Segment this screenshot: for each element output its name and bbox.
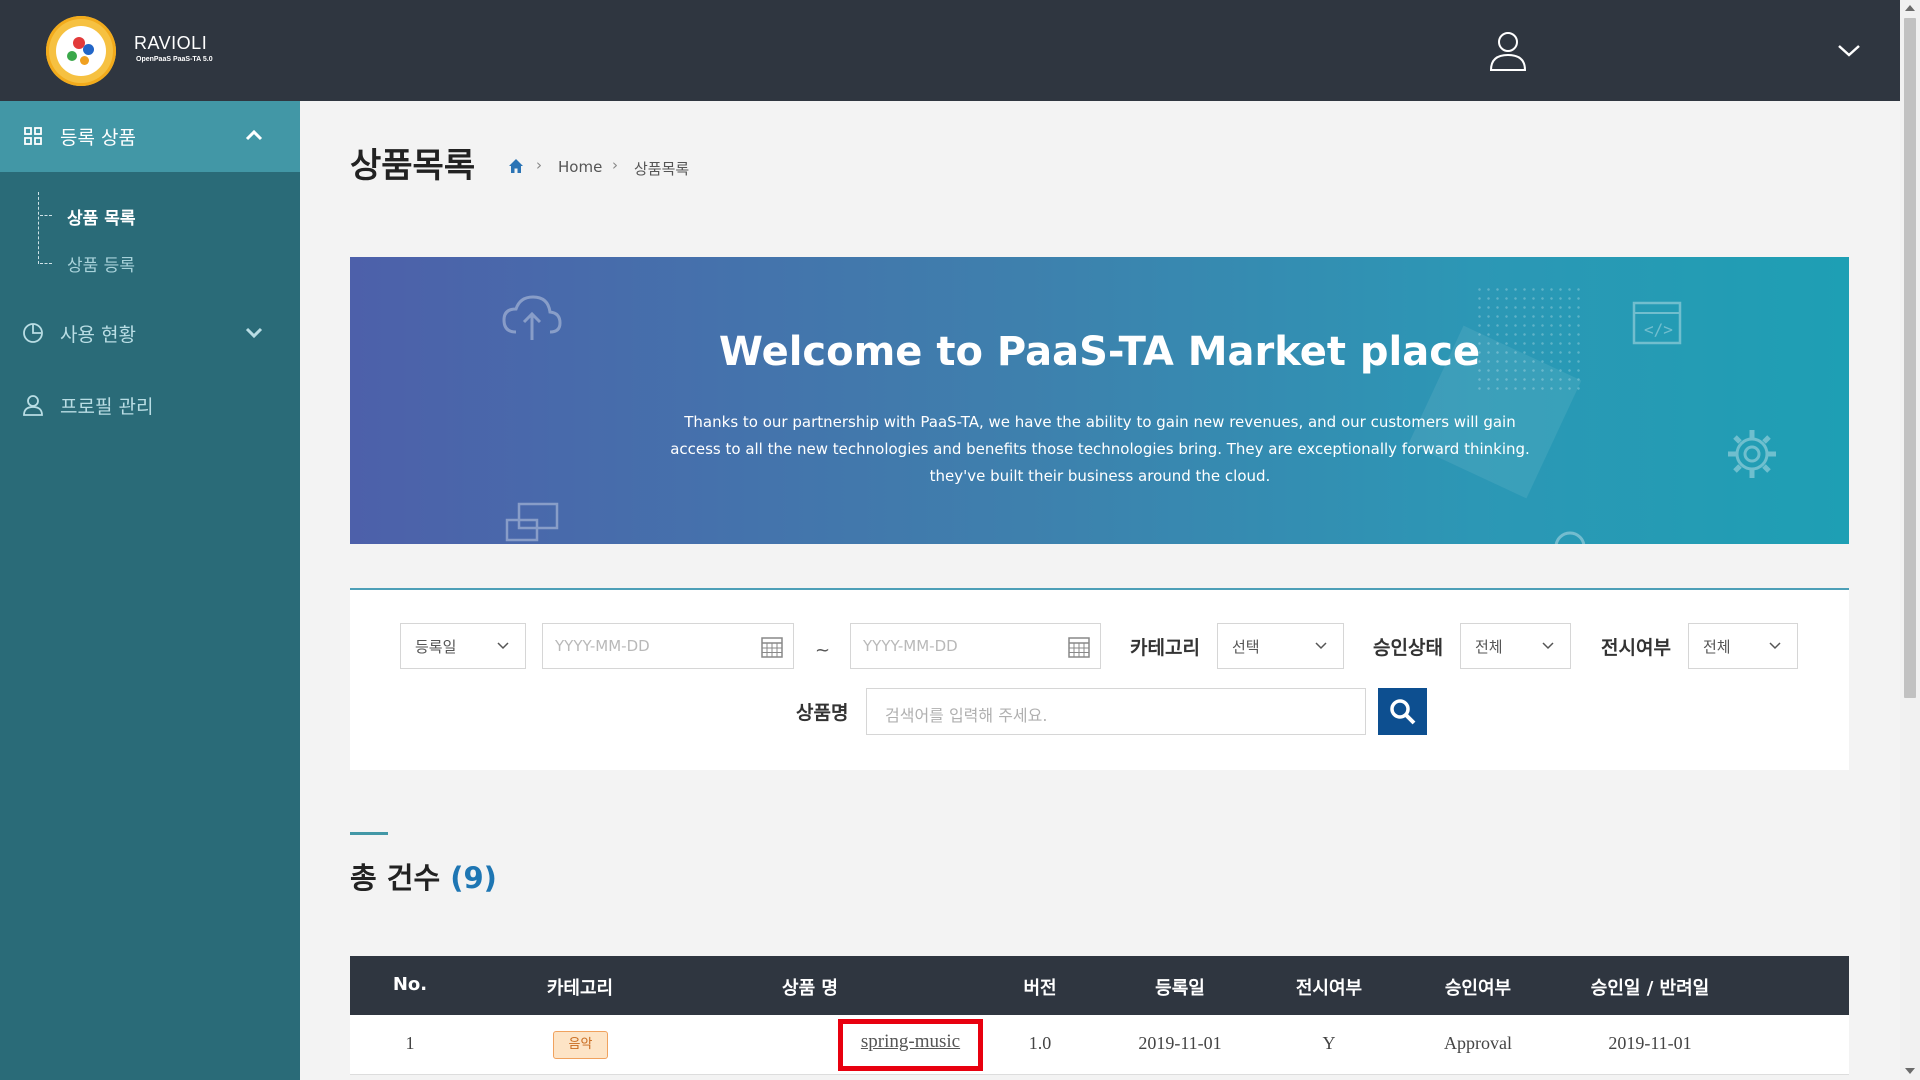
scrollbar[interactable] (1900, 0, 1920, 1080)
total-count: 총 건수 (9) (350, 855, 497, 897)
banner-line: access to all the new technologies and b… (670, 440, 1530, 458)
search-panel (350, 588, 1849, 770)
approval-status-value: 전체 (1475, 638, 1503, 656)
column-header-approval: 승인여부 (1444, 978, 1512, 999)
breadcrumb-separator: › (536, 156, 542, 174)
chevron-down-icon (1542, 642, 1554, 650)
category-badge: 음악 (553, 1031, 608, 1059)
display-status-select[interactable]: 전체 (1688, 623, 1798, 669)
logo-mark (56, 26, 106, 76)
sidebar-item-label: 사용 현황 (60, 324, 136, 346)
logo-dot-green (67, 51, 77, 61)
chevron-down-icon (245, 327, 263, 339)
tree-branch (40, 263, 52, 264)
approval-status-label: 승인상태 (1373, 637, 1443, 659)
logo-dot-blue (83, 44, 94, 55)
cell-version: 1.0 (1028, 1033, 1052, 1053)
top-bar: RAVIOLI OpenPaaS PaaS-TA 5.0 (0, 0, 1900, 101)
banner-line: Thanks to our partnership with PaaS-TA, … (684, 413, 1516, 431)
gear-icon (1728, 430, 1776, 478)
sidebar-item-label: 등록 상품 (60, 127, 136, 149)
home-icon[interactable] (508, 158, 524, 174)
column-header-registered: 등록일 (1155, 978, 1205, 999)
category-label: 카테고리 (1130, 637, 1200, 659)
column-header-version: 버전 (1023, 978, 1057, 999)
product-name-link[interactable]: spring-music (838, 1031, 983, 1053)
user-account-icon[interactable] (1488, 30, 1528, 72)
cell-display: Y (1322, 1033, 1336, 1053)
sidebar-item-registered-products[interactable]: 등록 상품 (0, 101, 300, 172)
search-icon (1390, 699, 1416, 725)
sidebar-item-usage[interactable]: 사용 현황 (0, 312, 300, 352)
date-to-placeholder: YYYY-MM-DD (863, 637, 958, 655)
cell-approval: Approval (1444, 1033, 1512, 1053)
total-count-label: 총 건수 (350, 861, 441, 895)
date-from-placeholder: YYYY-MM-DD (555, 637, 650, 655)
cell-approved-date: 2019-11-01 (1608, 1033, 1692, 1053)
chevron-down-icon (1769, 642, 1781, 650)
search-button[interactable] (1378, 688, 1427, 735)
chevron-down-icon[interactable] (1836, 40, 1862, 60)
column-header-category: 카테고리 (546, 978, 614, 999)
date-type-select[interactable]: 등록일 (400, 623, 526, 669)
product-name-search-input[interactable]: 검색어를 입력해 주세요. (866, 688, 1366, 735)
chart-pie-icon (23, 323, 43, 343)
sidebar-subitem-product-register[interactable]: 상품 등록 (67, 251, 135, 276)
logo-dot-orange (80, 56, 89, 65)
chevron-down-icon (1315, 642, 1327, 650)
page-title: 상품목록 (350, 146, 476, 186)
gear-small-icon (1554, 531, 1586, 544)
chevron-up-icon (245, 129, 263, 141)
monitor-icon (505, 502, 559, 542)
scroll-up-arrow-icon[interactable] (1905, 5, 1915, 11)
sidebar-subitem-product-list[interactable]: 상품 목록 (67, 204, 135, 229)
breadcrumb-current: 상품목록 (634, 160, 690, 178)
breadcrumb-separator: › (612, 156, 618, 174)
user-icon (23, 395, 43, 416)
calendar-icon[interactable] (761, 636, 783, 658)
sidebar-item-label: 프로필 관리 (60, 396, 154, 418)
column-header-display: 전시여부 (1295, 978, 1363, 999)
column-header-approved-date: 승인일 / 반려일 (1590, 978, 1710, 999)
sidebar-item-profile[interactable]: 프로필 관리 (0, 384, 300, 424)
chevron-down-icon (497, 642, 509, 650)
date-to-field[interactable]: YYYY-MM-DD (850, 623, 1101, 669)
section-accent-bar (350, 832, 388, 835)
ravioli-logo[interactable] (46, 16, 116, 86)
cell-no: 1 (405, 1033, 415, 1053)
column-header-product-name: 상품 명 (782, 978, 838, 999)
display-status-label: 전시여부 (1601, 637, 1671, 659)
search-placeholder: 검색어를 입력해 주세요. (885, 706, 1048, 725)
date-range-separator: ~ (815, 640, 831, 661)
category-select[interactable]: 선택 (1217, 623, 1344, 669)
cell-registered: 2019-11-01 (1138, 1033, 1222, 1053)
column-header-no: No. (392, 974, 428, 995)
display-status-value: 전체 (1703, 638, 1731, 656)
total-count-value: (9) (450, 861, 497, 895)
tree-branch (40, 215, 52, 216)
scroll-down-arrow-icon[interactable] (1905, 1068, 1915, 1074)
banner-line: they've built their business around the … (929, 467, 1271, 485)
date-type-value: 등록일 (415, 638, 457, 656)
date-from-field[interactable]: YYYY-MM-DD (542, 623, 794, 669)
product-name-label: 상품명 (796, 702, 849, 724)
banner-description: Thanks to our partnership with PaaS-TA, … (630, 409, 1570, 490)
logo-text: RAVIOLI (134, 33, 208, 53)
approval-status-select[interactable]: 전체 (1460, 623, 1571, 669)
grid-icon (24, 127, 42, 145)
tree-line (38, 192, 39, 264)
scrollbar-thumb[interactable] (1904, 18, 1916, 698)
table-header: No. 카테고리 상품 명 버전 등록일 전시여부 승인여부 승인일 / 반려일 (350, 956, 1849, 1015)
calendar-icon[interactable] (1068, 636, 1090, 658)
breadcrumb-home[interactable]: Home (558, 158, 602, 176)
category-value: 선택 (1232, 638, 1260, 656)
welcome-banner: </> Welcome to PaaS-TA Market place Than… (350, 257, 1849, 544)
logo-subtitle: OpenPaaS PaaS-TA 5.0 (136, 56, 213, 63)
sidebar: 등록 상품 상품 목록 상품 등록 사용 현황 프로필 관리 (0, 101, 300, 1080)
banner-title: Welcome to PaaS-TA Market place (718, 329, 1481, 375)
